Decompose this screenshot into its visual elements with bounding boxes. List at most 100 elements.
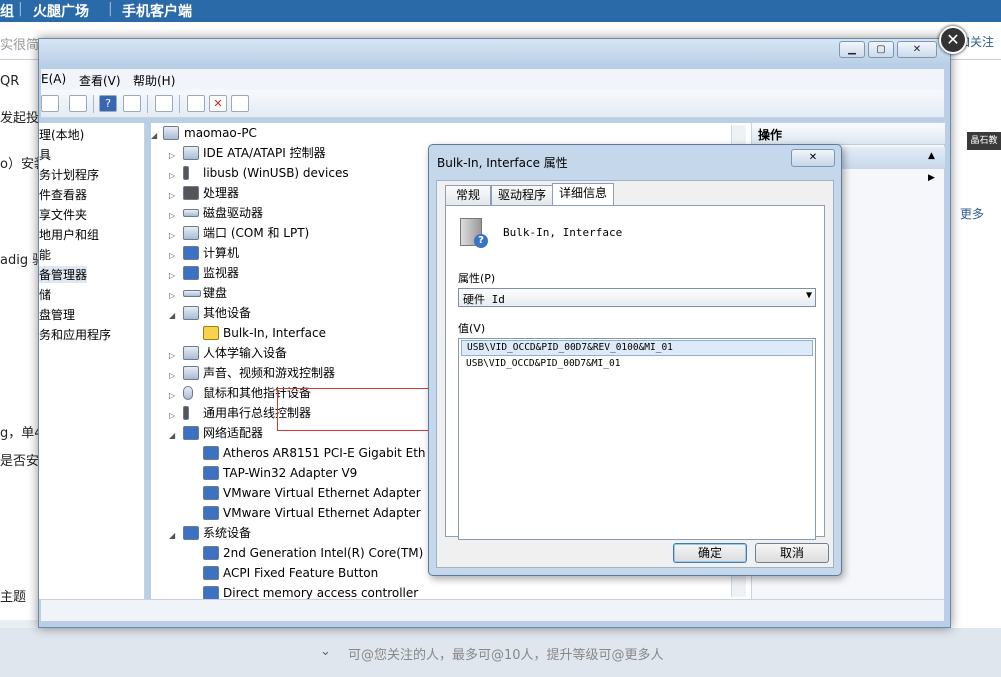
tree-item-disk-management[interactable]: 盘管理 [39,306,75,323]
dialog-title: Bulk-In, Interface 属性 [437,156,568,170]
menu-view[interactable]: 查看(V) [79,72,121,89]
tree-item-shared-folders[interactable]: 享文件夹 [39,206,87,223]
tree-item-services-apps[interactable]: 务和应用程序 [39,326,111,343]
usb-icon [183,406,189,420]
tree-item-storage[interactable]: 储 [39,286,51,303]
tree-item-task-scheduler[interactable]: 务计划程序 [39,166,99,183]
expand-icon[interactable]: ▷ [169,348,179,364]
device-name: Bulk-In, Interface [503,226,623,239]
tab-driver[interactable]: 驱动程序 [491,185,553,205]
tree-node-label: 人体学输入设备 [203,346,288,360]
collapse-icon[interactable]: ◢ [169,308,179,324]
network-adapter-icon [203,506,219,520]
web-nav-sep: | [18,1,23,17]
ok-button[interactable]: 确定 [673,543,747,563]
web-fragment: g，单4 [0,426,43,441]
expand-icon[interactable]: ▷ [169,148,179,164]
tree-node-label: 声音、视频和游戏控制器 [203,366,336,380]
web-fragment: QR [0,74,20,89]
details-panel: ? Bulk-In, Interface 属性(P) 硬件 Id ▼ 值(V) … [445,205,825,540]
show-hide-tree-icon[interactable] [41,95,59,112]
web-search-input[interactable]: 实很简 [0,34,39,53]
expand-icon[interactable]: ▷ [169,288,179,304]
network-adapter-icon [203,466,219,480]
tree-node-label: 计算机 [203,246,240,260]
web-fragment: 主题 [0,590,27,605]
close-button[interactable]: ✕ [897,41,937,58]
properties-icon[interactable] [69,95,87,112]
tree-item-device-manager[interactable]: 备管理器 [39,266,88,283]
tree-node-label: 2nd Generation Intel(R) Core(TM) [223,546,424,560]
menu-action[interactable]: E(A) [41,72,66,86]
property-select[interactable]: 硬件 Id ▼ [458,288,816,307]
disable-device-icon[interactable] [231,95,249,112]
toolbar-separator [147,95,148,113]
tree-node-label: 其他设备 [203,306,252,320]
show-action-pane-icon[interactable] [123,95,141,112]
status-bar [41,599,944,621]
property-label: 属性(P) [458,272,496,285]
web-nav-mobile[interactable]: 手机客户端 [122,1,192,21]
monitor-icon [183,266,199,280]
property-value: 硬件 Id [463,293,505,306]
cancel-button[interactable]: 取消 [755,543,829,563]
tree-item-performance[interactable]: 能 [39,246,51,263]
other-devices-icon [183,306,199,320]
collapse-icon[interactable]: ◢ [169,528,179,544]
expand-icon[interactable]: ▷ [169,168,179,184]
value-label: 值(V) [458,322,486,335]
update-driver-icon[interactable] [187,95,205,112]
toolbar-separator [179,95,180,113]
uninstall-icon[interactable]: ✕ [209,95,227,112]
network-adapter-icon [203,486,219,500]
chevron-down-icon[interactable]: ▼ [806,290,812,301]
collapse-icon[interactable]: ◢ [169,428,179,444]
value-list-item[interactable]: USB\VID_OCCD&PID_00D7&MI_01 [461,357,813,373]
tree-item-computer-management[interactable]: 理(本地) [39,126,84,143]
expand-icon[interactable]: ▷ [169,208,179,224]
tree-node-label: VMware Virtual Ethernet Adapter [223,506,421,520]
web-nav-sep: | [108,1,113,17]
web-nav-group[interactable]: 组 [0,1,14,21]
minimize-button[interactable]: ▁ [839,41,865,58]
tree-node-label: Direct memory access controller [223,586,419,599]
web-right-strip: 晶石教育 更多 [950,60,1001,628]
expand-icon[interactable]: ▷ [169,368,179,384]
web-mention-hint: 可@您关注的人，最多可@10人，提升等级可@更多人 [348,648,664,663]
scan-hardware-icon[interactable] [155,95,173,112]
keyboard-icon [183,290,201,297]
more-actions-arrow-icon[interactable]: ▶ [928,173,935,183]
system-device-icon [203,566,219,580]
system-device-icon [203,586,219,599]
mmc-titlebar[interactable]: ▁ ▢ ✕ [39,39,950,65]
tab-details[interactable]: 详细信息 [552,183,614,206]
tree-node-label: IDE ATA/ATAPI 控制器 [203,146,326,160]
tab-general[interactable]: 常规 [445,185,491,205]
value-list[interactable]: USB\VID_OCCD&PID_00D7&REV_0100&MI_01 USB… [458,338,816,540]
web-more-link[interactable]: 更多 [960,205,984,222]
expand-icon[interactable]: ▷ [169,408,179,424]
overlay-close-icon[interactable]: ✕ [939,26,967,54]
help-icon[interactable]: ? [99,95,117,112]
expand-icon[interactable]: ▷ [169,228,179,244]
menu-help[interactable]: 帮助(H) [133,72,175,89]
web-nav-square[interactable]: 火腿广场 [33,1,89,21]
maximize-button[interactable]: ▢ [868,41,894,58]
expand-icon[interactable]: ▷ [169,248,179,264]
question-mark-icon: ? [474,234,488,248]
processor-icon [183,186,199,200]
web-expand-icon[interactable]: ⌄ [320,644,331,659]
dialog-close-button[interactable]: ✕ [791,149,835,167]
expand-icon[interactable]: ▷ [169,268,179,284]
tree-root-label: maomao-PC [184,126,257,140]
tree-item-event-viewer[interactable]: 件查看器 [39,186,87,203]
expand-icon[interactable]: ▷ [169,188,179,204]
tree-node-label: 处理器 [203,186,240,200]
expand-icon[interactable]: ▷ [169,388,179,404]
tree-item-system-tools[interactable]: 具 [39,146,51,163]
tree-item-local-users[interactable]: 地用户和组 [39,226,99,243]
value-list-item[interactable]: USB\VID_OCCD&PID_00D7&REV_0100&MI_01 [461,340,813,356]
collapse-icon[interactable]: ◢ [151,128,161,144]
web-top-nav: 组 | 火腿广场 | 手机客户端 [0,0,1001,22]
collapse-up-icon[interactable]: ▲ [928,151,935,161]
